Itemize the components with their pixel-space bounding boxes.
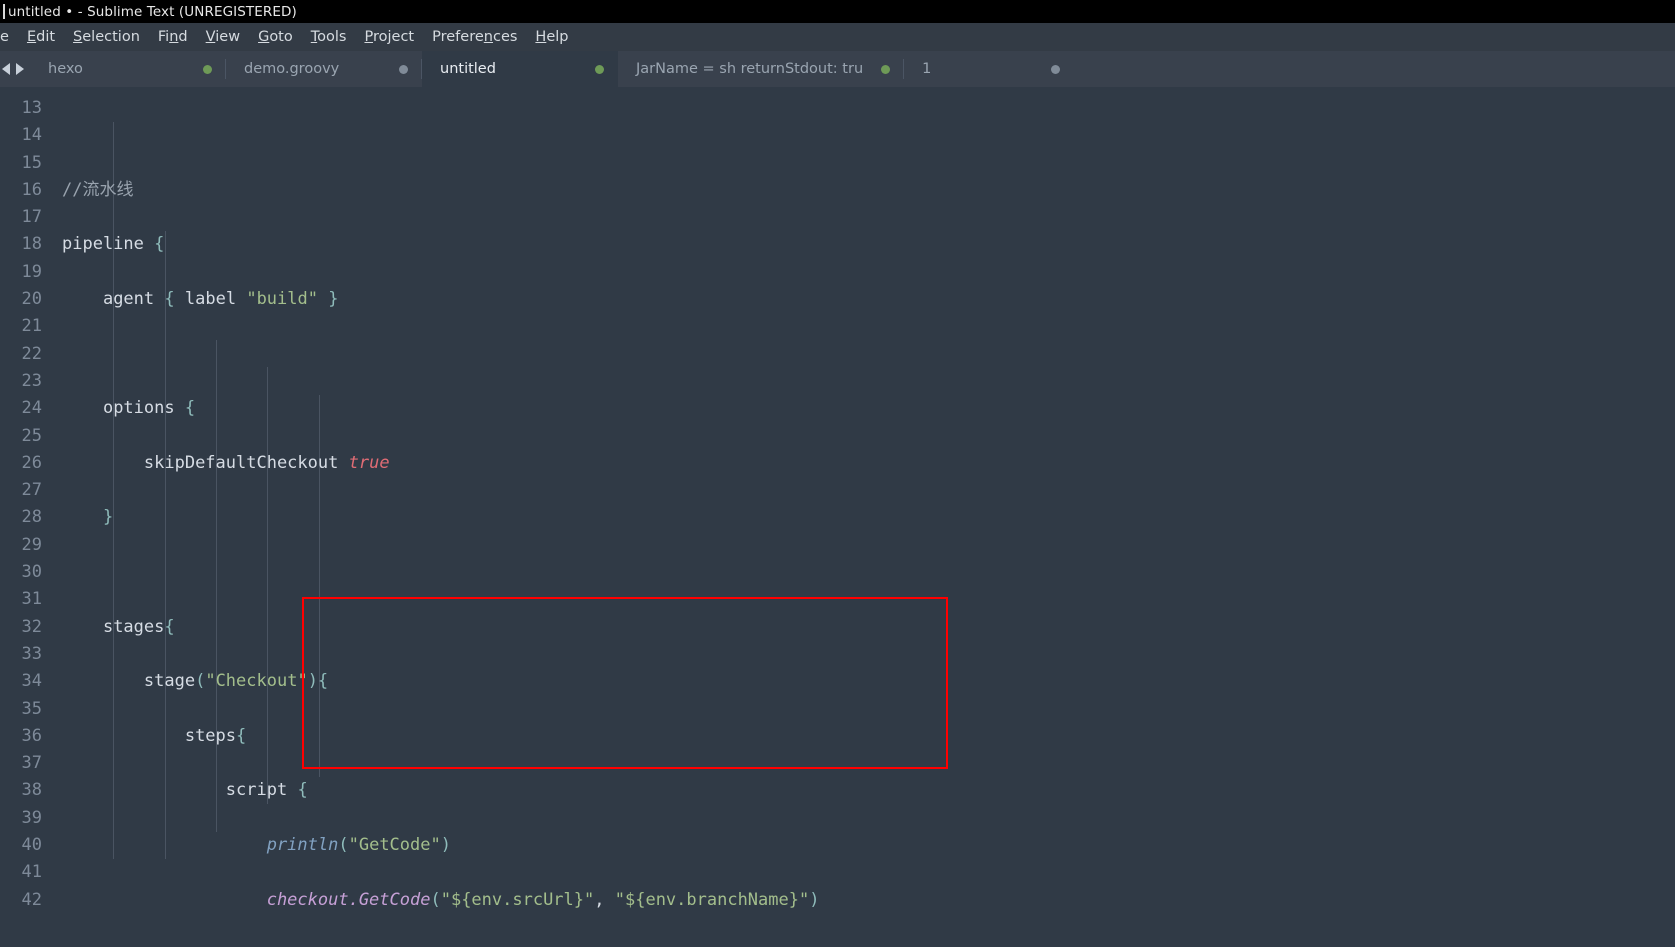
tab-untitled[interactable]: untitled [422,51,618,87]
menu-item-help[interactable]: Help [526,26,577,49]
line-number: 32 [21,616,42,637]
menu-item-goto[interactable]: Goto [249,26,302,49]
line-number: 26 [21,452,42,473]
code-line-19: skipDefaultCheckout true [143,452,390,473]
triangle-left-icon[interactable] [2,63,10,75]
line-number: 20 [21,289,42,310]
menu-item-edit[interactable]: Edit [18,26,64,49]
menu-bar: le Edit Selection Find View Goto Tools P… [0,23,1675,51]
line-number: 13 [21,98,42,118]
menu-item-preferences[interactable]: Preferences [423,26,526,49]
tab-hexo[interactable]: hexo [30,51,226,87]
code-line-25: script { [225,780,308,801]
tab-bar: hexo demo.groovy untitled JarName = sh r… [0,51,1675,87]
tab-label: hexo [48,61,83,77]
code-line-24: steps{ [184,725,247,746]
tab-label: JarName = sh returnStdout: tru [636,61,864,77]
line-number: 39 [21,807,42,828]
line-number: 14 [21,125,42,146]
menu-item-find[interactable]: Find [149,26,197,49]
menu-item-project[interactable]: Project [355,26,423,49]
line-number: 29 [21,534,42,555]
tab-demo-groovy[interactable]: demo.groovy [226,51,422,87]
line-number: 15 [21,152,42,173]
code-line-20: } [102,507,114,528]
tab-label: 1 [922,61,932,77]
menu-item-file[interactable]: le [0,26,18,49]
menu-item-tools[interactable]: Tools [302,26,356,49]
line-number: 28 [21,507,42,528]
tab-bar-filler [1074,51,1675,87]
window-title: untitled • - Sublime Text (UNREGISTERED) [8,3,297,20]
line-number: 17 [21,207,42,228]
code-line-14: //流水线 [62,177,1675,204]
code-line-23: stage("Checkout"){ [143,671,329,692]
menu-item-view[interactable]: View [197,26,249,49]
code-viewport[interactable]: //流水线 pipeline { agent { label "build" }… [52,87,1675,947]
line-number: 30 [21,562,42,583]
tab-scroll-controls [0,51,30,87]
line-number-gutter: 13 14 15 16 17 18 19 20 21 22 23 24 25 26 27 28 29 30 31 32… [0,87,52,947]
line-number: 40 [21,835,42,856]
line-number: 31 [21,589,42,610]
code-line-27: checkout.GetCode("${env.srcUrl}", "${env… [266,889,820,910]
line-number: 37 [21,753,42,774]
code-line-26: println("GetCode") [266,835,451,856]
window-title-bar: untitled • - Sublime Text (UNREGISTERED) [0,0,1675,23]
tab-modified-dot[interactable] [203,64,212,74]
line-number: 22 [21,343,42,364]
line-number: 16 [21,179,42,200]
tab-1[interactable]: 1 [904,51,1074,87]
code-editor[interactable]: 13 14 15 16 17 18 19 20 21 22 23 24 25 26 27 28 29 30 31 32… [0,87,1675,947]
title-caret [3,4,5,19]
line-number: 27 [21,480,42,501]
line-number: 36 [21,725,42,746]
tab-label: untitled [440,61,496,77]
triangle-right-icon[interactable] [16,63,24,75]
line-number: 25 [21,425,42,446]
tab-label: demo.groovy [244,61,340,77]
line-number: 35 [21,698,42,719]
line-number: 23 [21,370,42,391]
line-number: 18 [21,234,42,255]
line-number: 33 [21,643,42,664]
code-line-22: stages{ [102,616,175,637]
line-number: 24 [21,398,42,419]
tab-modified-dot[interactable] [1051,64,1061,74]
line-number: 21 [21,316,42,337]
menu-item-selection[interactable]: Selection [64,26,149,49]
line-number: 34 [21,671,42,692]
source-code[interactable]: //流水线 pipeline { agent { label "build" }… [62,95,1675,947]
line-number: 38 [21,780,42,801]
tab-jarname[interactable]: JarName = sh returnStdout: tru [618,51,905,87]
comment-token: //流水线 [62,179,134,200]
tab-modified-dot[interactable] [881,64,891,74]
tab-modified-dot[interactable] [399,64,408,74]
tab-modified-dot[interactable] [595,64,604,74]
line-number: 42 [21,889,42,910]
code-line-15: pipeline { [62,234,165,255]
code-line-18: options { [102,398,196,419]
code-line-16: agent { label "build" } [102,289,339,310]
line-number: 19 [21,261,42,282]
line-number: 41 [21,862,42,883]
